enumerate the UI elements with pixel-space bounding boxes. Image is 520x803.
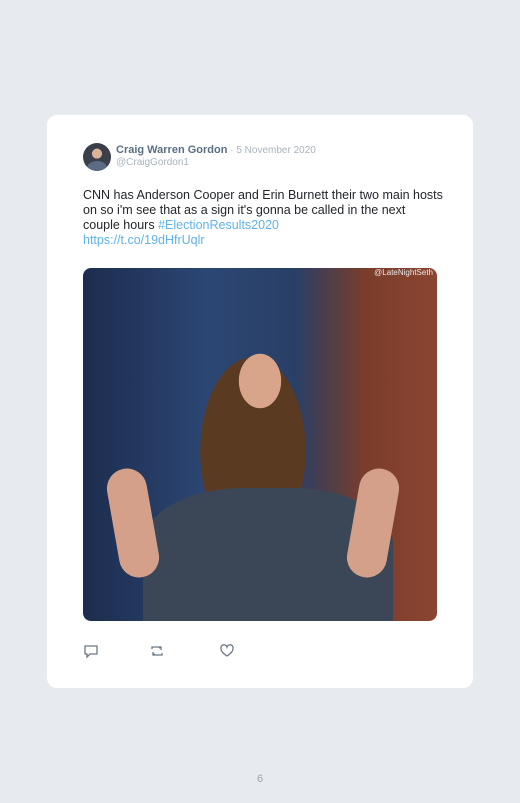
tweet-text: CNN has Anderson Cooper and Erin Burnett…: [83, 188, 443, 248]
author-line: Craig Warren Gordon · 5 November 2020: [116, 144, 316, 156]
page-number: 6: [256, 773, 264, 785]
media-figure-hand-right: [343, 465, 403, 581]
media-figure-hand-left: [103, 465, 163, 581]
retweet-icon[interactable]: [149, 643, 165, 659]
media-watermark: @LateNightSeth: [374, 268, 433, 277]
author-name[interactable]: Craig Warren Gordon: [116, 144, 227, 156]
author-handle[interactable]: @CraigGordon1: [116, 157, 189, 168]
avatar[interactable]: [83, 143, 111, 171]
heart-icon[interactable]: [219, 643, 235, 659]
tweet-actions: [83, 643, 283, 661]
tweet-date[interactable]: · 5 November 2020: [227, 145, 316, 156]
tweet-card: Craig Warren Gordon · 5 November 2020 @C…: [47, 115, 473, 688]
tweet-media-image[interactable]: @LateNightSeth: [83, 268, 437, 621]
hashtag-link[interactable]: #ElectionResults2020: [158, 218, 279, 232]
tweet-url-link[interactable]: https://t.co/19dHfrUqlr: [83, 233, 443, 248]
reply-icon[interactable]: [83, 643, 99, 659]
